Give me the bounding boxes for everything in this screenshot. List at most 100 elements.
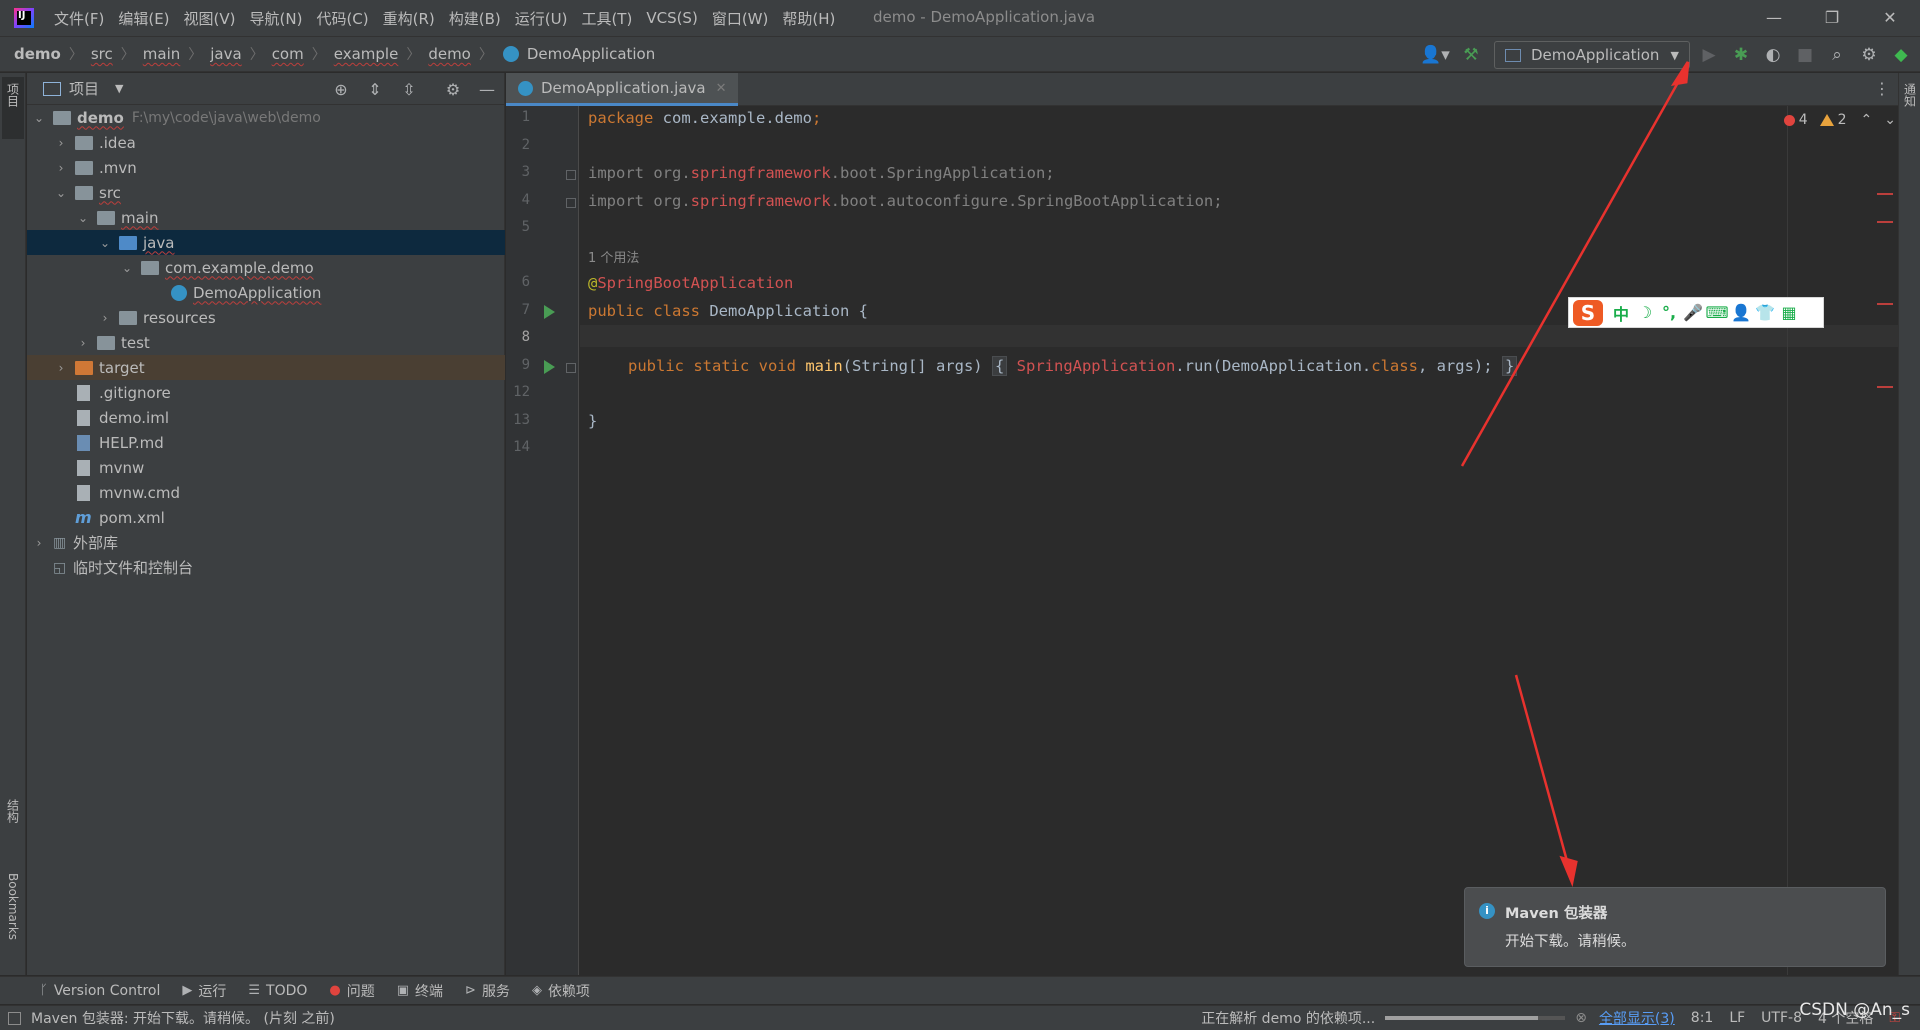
- menu-help[interactable]: 帮助(H): [782, 8, 835, 29]
- tree-item-demo-iml[interactable]: demo.iml: [27, 405, 505, 430]
- build-hammer-icon[interactable]: ⚒: [1458, 42, 1484, 68]
- ime-toolbox-icon[interactable]: ▦: [1777, 303, 1801, 322]
- ime-skin-icon[interactable]: 👕: [1753, 303, 1777, 322]
- menu-build[interactable]: 构建(B): [449, 8, 501, 29]
- toolbox-icon[interactable]: ◆: [1888, 42, 1914, 68]
- error-stripe-mark[interactable]: [1877, 386, 1893, 388]
- more-vertical-icon[interactable]: ⋮: [1874, 79, 1890, 98]
- chevron-up-icon[interactable]: ⌃: [1861, 112, 1873, 128]
- locate-file-icon[interactable]: ⊕: [328, 76, 354, 102]
- error-stripe-mark[interactable]: [1877, 221, 1893, 223]
- menu-vcs[interactable]: VCS(S): [646, 9, 697, 27]
- status-message[interactable]: Maven 包装器: 开始下载。请稍候。 (片刻 之前): [31, 1008, 335, 1028]
- collapse-all-icon[interactable]: ⇳: [396, 76, 422, 102]
- tree-item-resources[interactable]: › resources: [27, 305, 505, 330]
- ime-user-icon[interactable]: 👤: [1729, 303, 1753, 322]
- tree-item-package[interactable]: ⌄ com.example.demo: [27, 255, 505, 280]
- breadcrumb-java[interactable]: java: [202, 45, 241, 63]
- stripe-tab-project[interactable]: 项目: [2, 77, 24, 139]
- chevron-down-icon[interactable]: ⌄: [75, 211, 91, 225]
- tree-item-gitignore[interactable]: .gitignore: [27, 380, 505, 405]
- coverage-icon[interactable]: ◐: [1760, 42, 1786, 68]
- breadcrumb-com[interactable]: com: [264, 45, 304, 63]
- ime-chinese-mode[interactable]: 中: [1609, 301, 1633, 325]
- menu-tools[interactable]: 工具(T): [581, 8, 632, 29]
- stop-icon[interactable]: ■: [1792, 42, 1818, 68]
- tree-item-idea[interactable]: › .idea: [27, 130, 505, 155]
- tree-item-scratches[interactable]: ◱ 临时文件和控制台: [27, 555, 505, 580]
- fold-icon[interactable]: [566, 170, 576, 180]
- tree-item-demo[interactable]: ⌄ demo F:\my\code\java\web\demo: [27, 105, 505, 130]
- caret-position[interactable]: 8:1: [1691, 1010, 1714, 1026]
- hide-panel-icon[interactable]: —: [474, 76, 500, 102]
- project-panel-title[interactable]: 项目: [69, 78, 99, 99]
- ime-halfwidth-icon[interactable]: ☽: [1633, 303, 1657, 322]
- run-icon[interactable]: ▶: [1696, 42, 1722, 68]
- close-icon[interactable]: ✕: [1878, 6, 1902, 30]
- toolwindow-dependencies[interactable]: ◈ 依赖项: [532, 981, 590, 1001]
- run-configuration-select[interactable]: DemoApplication ▼: [1494, 41, 1690, 69]
- tree-item-mvnw[interactable]: mvnw: [27, 455, 505, 480]
- error-stripe-mark[interactable]: [1877, 303, 1893, 305]
- toolwindow-services[interactable]: ⊳ 服务: [465, 981, 510, 1001]
- panel-toggle-icon[interactable]: [8, 1011, 21, 1025]
- error-stripe-mark[interactable]: [1877, 193, 1893, 195]
- settings-gear-icon[interactable]: ⚙: [1856, 42, 1882, 68]
- tree-item-target[interactable]: › target: [27, 355, 505, 380]
- background-task-label[interactable]: 正在解析 demo 的依赖项...: [1201, 1008, 1375, 1028]
- chevron-down-icon[interactable]: ⌄: [97, 236, 113, 250]
- toolwindow-version-control[interactable]: ᚴ Version Control: [40, 983, 160, 999]
- toolwindow-run[interactable]: ▶ 运行: [182, 981, 226, 1001]
- tree-item-help-md[interactable]: HELP.md: [27, 430, 505, 455]
- ime-keyboard-icon[interactable]: ⌨: [1705, 303, 1729, 322]
- tree-item-pom-xml[interactable]: m pom.xml: [27, 505, 505, 530]
- folded-brace[interactable]: {: [991, 356, 1008, 376]
- tree-item-java[interactable]: ⌄ java: [27, 230, 505, 255]
- search-icon[interactable]: ⌕: [1824, 42, 1850, 68]
- menu-file[interactable]: 文件(F): [54, 8, 104, 29]
- toolwindow-problems[interactable]: ● 问题: [329, 981, 374, 1001]
- toolwindow-todo[interactable]: ☰ TODO: [248, 983, 307, 999]
- tree-item-main[interactable]: ⌄ main: [27, 205, 505, 230]
- inspection-widget[interactable]: 4 2 ⌃ ⌄: [1783, 112, 1896, 128]
- menu-view[interactable]: 视图(V): [184, 8, 236, 29]
- chevron-right-icon[interactable]: ›: [53, 361, 69, 375]
- stripe-tab-structure[interactable]: 结构: [2, 799, 24, 869]
- usage-hint[interactable]: 1 个用法: [588, 247, 639, 266]
- sogou-logo-icon[interactable]: S: [1573, 299, 1603, 326]
- folded-brace[interactable]: }: [1501, 356, 1518, 376]
- file-encoding[interactable]: UTF-8: [1761, 1010, 1802, 1026]
- cancel-task-icon[interactable]: ⊗: [1575, 1010, 1587, 1026]
- breadcrumb-example[interactable]: example: [326, 45, 399, 63]
- maven-notification[interactable]: i Maven 包装器 开始下载。请稍候。: [1464, 887, 1886, 967]
- run-gutter-icon[interactable]: [544, 360, 555, 374]
- ime-punctuation-icon[interactable]: °,: [1657, 303, 1681, 322]
- chevron-down-icon[interactable]: ⌄: [31, 111, 47, 125]
- chevron-right-icon[interactable]: ›: [31, 536, 47, 550]
- chevron-right-icon[interactable]: ›: [75, 336, 91, 350]
- tree-item-demoapplication[interactable]: DemoApplication: [27, 280, 505, 305]
- breadcrumb-demo[interactable]: demo: [0, 45, 61, 63]
- chevron-right-icon[interactable]: ›: [53, 161, 69, 175]
- menu-refactor[interactable]: 重构(R): [383, 8, 435, 29]
- expand-all-icon[interactable]: ⇕: [362, 76, 388, 102]
- tree-item-mvn[interactable]: › .mvn: [27, 155, 505, 180]
- chevron-right-icon[interactable]: ›: [53, 136, 69, 150]
- show-all-tasks-link[interactable]: 全部显示(3): [1599, 1008, 1675, 1028]
- chevron-down-icon[interactable]: ▼: [115, 82, 123, 95]
- tree-item-src[interactable]: ⌄ src: [27, 180, 505, 205]
- stripe-tab-bookmarks[interactable]: Bookmarks: [2, 873, 24, 969]
- breadcrumb-demoapplication[interactable]: DemoApplication: [513, 45, 655, 63]
- user-icon[interactable]: 👤▾: [1418, 42, 1452, 68]
- breadcrumb-demo-package[interactable]: demo: [420, 45, 471, 63]
- breadcrumb-src[interactable]: src: [83, 45, 113, 63]
- tree-item-test[interactable]: › test: [27, 330, 505, 355]
- stripe-tab-notifications[interactable]: 通知: [1899, 83, 1920, 143]
- menu-window[interactable]: 窗口(W): [712, 8, 769, 29]
- toolwindow-terminal[interactable]: ▣ 终端: [397, 981, 443, 1001]
- menu-edit[interactable]: 编辑(E): [118, 8, 169, 29]
- fold-icon[interactable]: [566, 198, 576, 208]
- chevron-right-icon[interactable]: ›: [97, 311, 113, 325]
- chevron-down-icon[interactable]: ⌄: [53, 186, 69, 200]
- settings-gear-icon[interactable]: ⚙: [440, 76, 466, 102]
